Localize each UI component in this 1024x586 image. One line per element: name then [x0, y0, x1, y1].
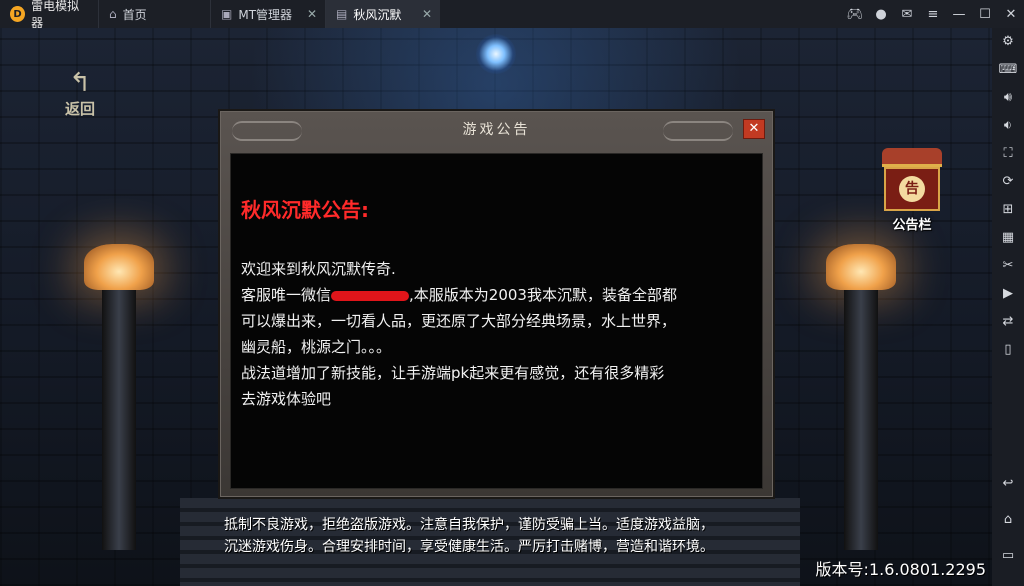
dialog-title: 游戏公告 — [462, 122, 531, 138]
app-name: 雷电模拟器 — [31, 0, 80, 30]
version-label: 版本号:1.6.0801.2295 — [815, 560, 986, 579]
scissors-icon[interactable]: ✂ — [992, 256, 1024, 276]
game-icon: ▤ — [336, 7, 348, 21]
notice-board-label: 公告栏 — [892, 218, 932, 233]
notice-line: 可以爆出来，一切看人品，更还原了大部分经典场景，水上世界， — [241, 312, 677, 330]
back-label: 返回 — [64, 100, 95, 118]
keyboard-icon[interactable]: ⌨ — [992, 60, 1024, 80]
tab-close-icon[interactable]: ✕ — [307, 7, 317, 21]
tab-game[interactable]: ▤ 秋风沉默 ✕ — [325, 0, 440, 28]
notice-glyph-icon: 告 — [899, 176, 925, 202]
header-ornament-left — [232, 121, 302, 141]
tab-home[interactable]: ⌂ 首页 — [98, 0, 210, 28]
dialog-close-button[interactable]: ✕ — [743, 119, 765, 139]
title-bar: D 雷电模拟器 ⌂ 首页 ▣ MT管理器 ✕ ▤ 秋风沉默 ✕ 🎮︎ ● ✉ ≡… — [0, 0, 1024, 30]
app-icon: ▣ — [221, 7, 233, 21]
screenshot-icon[interactable]: ⛶ — [992, 144, 1024, 164]
tab-home-label: 首页 — [122, 7, 147, 22]
back-button[interactable]: ↰ 返回 — [58, 68, 102, 128]
redaction-mark — [331, 290, 410, 301]
phone-icon[interactable]: ▯ — [992, 340, 1024, 360]
mail-icon[interactable]: ✉ — [894, 7, 920, 22]
notice-line: 客服唯一微信 ,本服版本为2003我本沉默，装备全部都 — [241, 286, 677, 304]
game-viewport[interactable]: ↰ 返回 告 公告栏 游戏公告 ✕ 秋风沉默公告: 欢迎来到秋风沉默传奇. 客服… — [0, 28, 992, 586]
add-window-icon[interactable]: ⊞ — [992, 200, 1024, 220]
tab-mt-label: MT管理器 — [238, 7, 293, 22]
pavilion-icon — [882, 148, 942, 167]
notice-heading: 秋风沉默公告: — [241, 198, 369, 222]
sync-icon[interactable]: ⇄ — [992, 312, 1024, 332]
ceiling-light — [476, 34, 516, 74]
notice-line: 去游戏体验吧 — [241, 390, 332, 408]
tab-game-label: 秋风沉默 — [353, 7, 402, 22]
volume-down-icon[interactable]: 🔉︎ — [992, 116, 1024, 136]
emulator-logo-icon: D — [10, 6, 26, 22]
health-advice-line: 沉迷游戏伤身。合理安排时间，享受健康生活。严厉打击赌博，营造和谐环境。 — [224, 539, 714, 555]
health-advice-line: 抵制不良游戏，拒绝盗版游戏。注意自我保护，谨防受骗上当。适度游戏益脑， — [224, 517, 714, 533]
back-icon[interactable]: ↩ — [992, 474, 1024, 494]
settings-icon[interactable]: ⚙ — [992, 32, 1024, 52]
window-controls: 🎮︎ ● ✉ ≡ — ☐ ✕ — [842, 0, 1024, 28]
app-logo-tab[interactable]: D 雷电模拟器 — [0, 0, 98, 30]
right-lamp — [816, 244, 906, 550]
notice-text: 欢迎来到秋风沉默传奇. 客服唯一微信 ,本服版本为2003我本沉默，装备全部都 可… — [241, 256, 751, 412]
avatar-icon[interactable]: ● — [868, 7, 894, 22]
dialog-header: 游戏公告 — [220, 111, 773, 147]
back-arrow-icon: ↰ — [69, 68, 91, 98]
gamepad-icon[interactable]: 🎮︎ — [842, 7, 868, 22]
apk-icon[interactable]: ▦ — [992, 228, 1024, 248]
tab-close-icon[interactable]: ✕ — [422, 7, 432, 21]
maximize-icon[interactable]: ☐ — [972, 7, 998, 22]
notice-line: 欢迎来到秋风沉默传奇. — [241, 260, 396, 278]
header-ornament-right — [663, 121, 733, 141]
home-icon: ⌂ — [109, 7, 117, 21]
recent-apps-icon[interactable]: ▭ — [992, 546, 1024, 566]
video-icon[interactable]: ▶ — [992, 284, 1024, 304]
emulator-sidebar: ⚙ ⌨ 🔊︎ 🔉︎ ⛶ ⟳ ⊞ ▦ ✂ ▶ ⇄ ▯ ↩ ⌂ ▭ — [992, 28, 1024, 586]
minimize-icon[interactable]: — — [946, 7, 972, 22]
dialog-body: 秋风沉默公告: 欢迎来到秋风沉默传奇. 客服唯一微信 ,本服版本为2003我本沉默… — [230, 153, 763, 489]
health-advice: 抵制不良游戏，拒绝盗版游戏。注意自我保护，谨防受骗上当。适度游戏益脑， 沉迷游戏… — [224, 514, 714, 558]
notice-board-button[interactable]: 告 公告栏 — [872, 148, 952, 240]
announcement-dialog: 游戏公告 ✕ 秋风沉默公告: 欢迎来到秋风沉默传奇. 客服唯一微信 ,本服版本为2… — [218, 109, 775, 499]
notice-line: 战法道增加了新技能，让手游端pk起来更有感觉，还有很多精彩 — [241, 364, 665, 382]
tab-mt-manager[interactable]: ▣ MT管理器 ✕ — [210, 0, 325, 28]
home-icon[interactable]: ⌂ — [992, 510, 1024, 530]
menu-icon[interactable]: ≡ — [920, 7, 946, 22]
left-lamp — [74, 244, 164, 550]
rotate-icon[interactable]: ⟳ — [992, 172, 1024, 192]
volume-up-icon[interactable]: 🔊︎ — [992, 88, 1024, 108]
close-icon[interactable]: ✕ — [998, 7, 1024, 22]
notice-line: 幽灵船，桃源之门。。。 — [241, 338, 392, 356]
